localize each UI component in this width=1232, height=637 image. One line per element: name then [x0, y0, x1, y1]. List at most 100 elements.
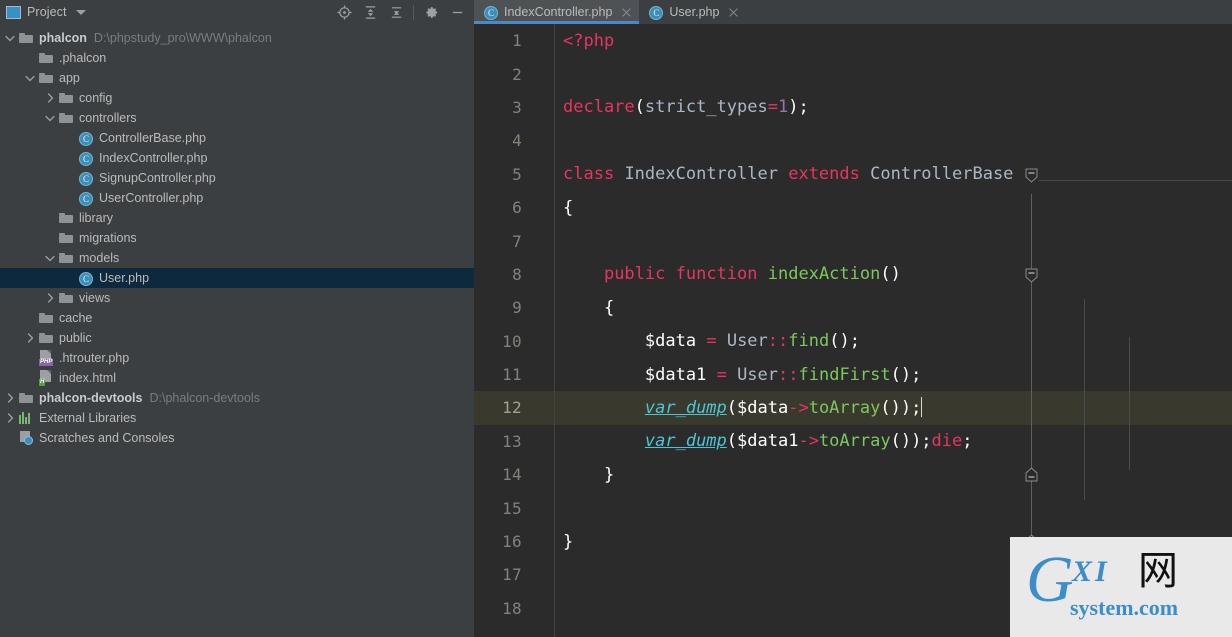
fold-gutter[interactable]: [531, 124, 554, 157]
fold-gutter[interactable]: [531, 558, 554, 591]
fold-gutter[interactable]: [531, 425, 554, 458]
tree-item-signupcontroller-php[interactable]: C SignupController.php: [0, 168, 474, 188]
fold-gutter[interactable]: [531, 358, 554, 391]
code-line-13[interactable]: 13 var_dump($data1->toArray());die;: [474, 425, 1232, 458]
fold-gutter[interactable]: [531, 491, 554, 524]
fold-gutter[interactable]: [531, 391, 554, 424]
tree-item-migrations[interactable]: migrations: [0, 228, 474, 248]
tree-item-phalcon-devtools[interactable]: phalcon-devtools D:\phalcon-devtools: [0, 388, 474, 408]
tree-item-label: phalcon-devtools: [39, 391, 143, 405]
tree-item-label: library: [79, 211, 114, 225]
tree-arrow-spacer: [64, 272, 76, 284]
watermark-xi-letters: XI: [1072, 555, 1110, 588]
chevron-down-icon[interactable]: [44, 252, 56, 264]
watermark-cn-char: 网: [1138, 548, 1178, 594]
tree-item-usercontroller-php[interactable]: C UserController.php: [0, 188, 474, 208]
chevron-down-icon[interactable]: [24, 72, 36, 84]
editor-tab-indexcontroller-php[interactable]: C IndexController.php: [474, 0, 640, 24]
fold-gutter[interactable]: [531, 91, 554, 124]
fold-gutter[interactable]: [531, 224, 554, 257]
close-icon[interactable]: [621, 7, 632, 18]
tree-item-path: D:\phalcon-devtools: [149, 391, 260, 405]
minimize-icon[interactable]: [444, 1, 470, 23]
close-icon[interactable]: [728, 7, 739, 18]
locate-icon[interactable]: [331, 1, 357, 23]
tree-item-scratches-and-consoles[interactable]: Scratches and Consoles: [0, 428, 474, 448]
fold-gutter[interactable]: [531, 158, 554, 191]
code-line-2[interactable]: 2: [474, 57, 1232, 90]
code-line-6[interactable]: 6{: [474, 191, 1232, 224]
fold-marker-line-5[interactable]: [1025, 168, 1038, 183]
tree-item-label: index.html: [59, 371, 116, 385]
chevron-right-icon[interactable]: [4, 392, 16, 404]
tree-item-cache[interactable]: cache: [0, 308, 474, 328]
code-line-text: $data = User::find();: [644, 331, 860, 352]
fold-gutter[interactable]: [531, 325, 554, 358]
chevron-down-icon[interactable]: [4, 32, 16, 44]
fold-marker-end-line-14[interactable]: [1025, 467, 1038, 482]
fold-gutter[interactable]: [531, 191, 554, 224]
tree-item-library[interactable]: library: [0, 208, 474, 228]
tree-item-indexcontroller-php[interactable]: C IndexController.php: [0, 148, 474, 168]
tree-item-views[interactable]: views: [0, 288, 474, 308]
fold-gutter[interactable]: [531, 291, 554, 324]
code-line-11[interactable]: 11 $data1 = User::findFirst();: [474, 358, 1232, 391]
tree-arrow-spacer: [24, 352, 36, 364]
tree-item-phalcon[interactable]: phalcon D:\phpstudy_pro\WWW\phalcon: [0, 28, 474, 48]
code-line-12[interactable]: 12 var_dump($data->toArray());: [474, 391, 1232, 425]
fold-gutter[interactable]: [531, 258, 554, 291]
line-number-8: 8: [512, 264, 522, 284]
fold-gutter[interactable]: [531, 458, 554, 491]
tree-item-models[interactable]: models: [0, 248, 474, 268]
chevron-right-icon[interactable]: [24, 332, 36, 344]
line-number-18: 18: [502, 598, 522, 618]
code-line-8[interactable]: 8 public function indexAction(): [474, 258, 1232, 291]
tree-item-label: config: [79, 91, 113, 105]
fold-gutter[interactable]: [531, 24, 554, 57]
tree-item-label: UserController.php: [99, 191, 204, 205]
project-tree[interactable]: phalcon D:\phpstudy_pro\WWW\phalcon .phalc…: [0, 24, 474, 637]
code-line-4[interactable]: 4: [474, 124, 1232, 157]
tree-arrow-spacer: [24, 372, 36, 384]
chevron-down-icon[interactable]: [75, 9, 86, 15]
code-line-text: declare(strict_types=1);: [563, 97, 809, 118]
line-number-4: 4: [512, 131, 522, 151]
code-line-3[interactable]: 3 declare(strict_types=1);: [474, 91, 1232, 124]
editor-tabbar[interactable]: C IndexController.php C User.php: [474, 0, 1232, 24]
tree-item-config[interactable]: config: [0, 88, 474, 108]
tree-item-controllers[interactable]: controllers: [0, 108, 474, 128]
code-line-10[interactable]: 10 $data = User::find();: [474, 325, 1232, 358]
chevron-right-icon[interactable]: [44, 292, 56, 304]
editor-tab-user-php[interactable]: C User.php: [639, 0, 746, 24]
tree-item-label: models: [79, 251, 120, 265]
code-line-1[interactable]: 1 <?php: [474, 24, 1232, 57]
folder-icon: [58, 110, 74, 126]
fold-gutter[interactable]: [531, 525, 554, 558]
indent-guide-level-1: [1084, 299, 1085, 500]
tree-item-label: .phalcon: [59, 51, 107, 65]
tree-item-index-html[interactable]: Hindex.html: [0, 368, 474, 388]
collapse-all-icon[interactable]: [383, 1, 409, 23]
tree-item-controllerbase-php[interactable]: C ControllerBase.php: [0, 128, 474, 148]
code-line-7[interactable]: 7: [474, 224, 1232, 257]
gear-icon[interactable]: [418, 1, 444, 23]
chevron-down-icon[interactable]: [44, 112, 56, 124]
tree-item-htrouter-php[interactable]: PHP .htrouter.php: [0, 348, 474, 368]
code-line-9[interactable]: 9 {: [474, 291, 1232, 324]
tree-item-external-libraries[interactable]: External Libraries: [0, 408, 474, 428]
project-panel-header: Project: [0, 0, 474, 24]
chevron-right-icon[interactable]: [4, 412, 16, 424]
code-line-5[interactable]: 5 class IndexController extends Controlle…: [474, 158, 1232, 191]
tree-item-public[interactable]: public: [0, 328, 474, 348]
tree-item-user-php[interactable]: C User.php: [0, 268, 474, 288]
fold-marker-line-8[interactable]: [1025, 268, 1038, 283]
code-line-14[interactable]: 14 }: [474, 458, 1232, 491]
expand-all-icon[interactable]: [357, 1, 383, 23]
tree-item-phalcon[interactable]: .phalcon: [0, 48, 474, 68]
fold-gutter[interactable]: [531, 57, 554, 90]
folder-icon: [58, 210, 74, 226]
chevron-right-icon[interactable]: [44, 92, 56, 104]
fold-gutter[interactable]: [531, 592, 554, 625]
code-line-15[interactable]: 15: [474, 491, 1232, 524]
tree-item-app[interactable]: app: [0, 68, 474, 88]
